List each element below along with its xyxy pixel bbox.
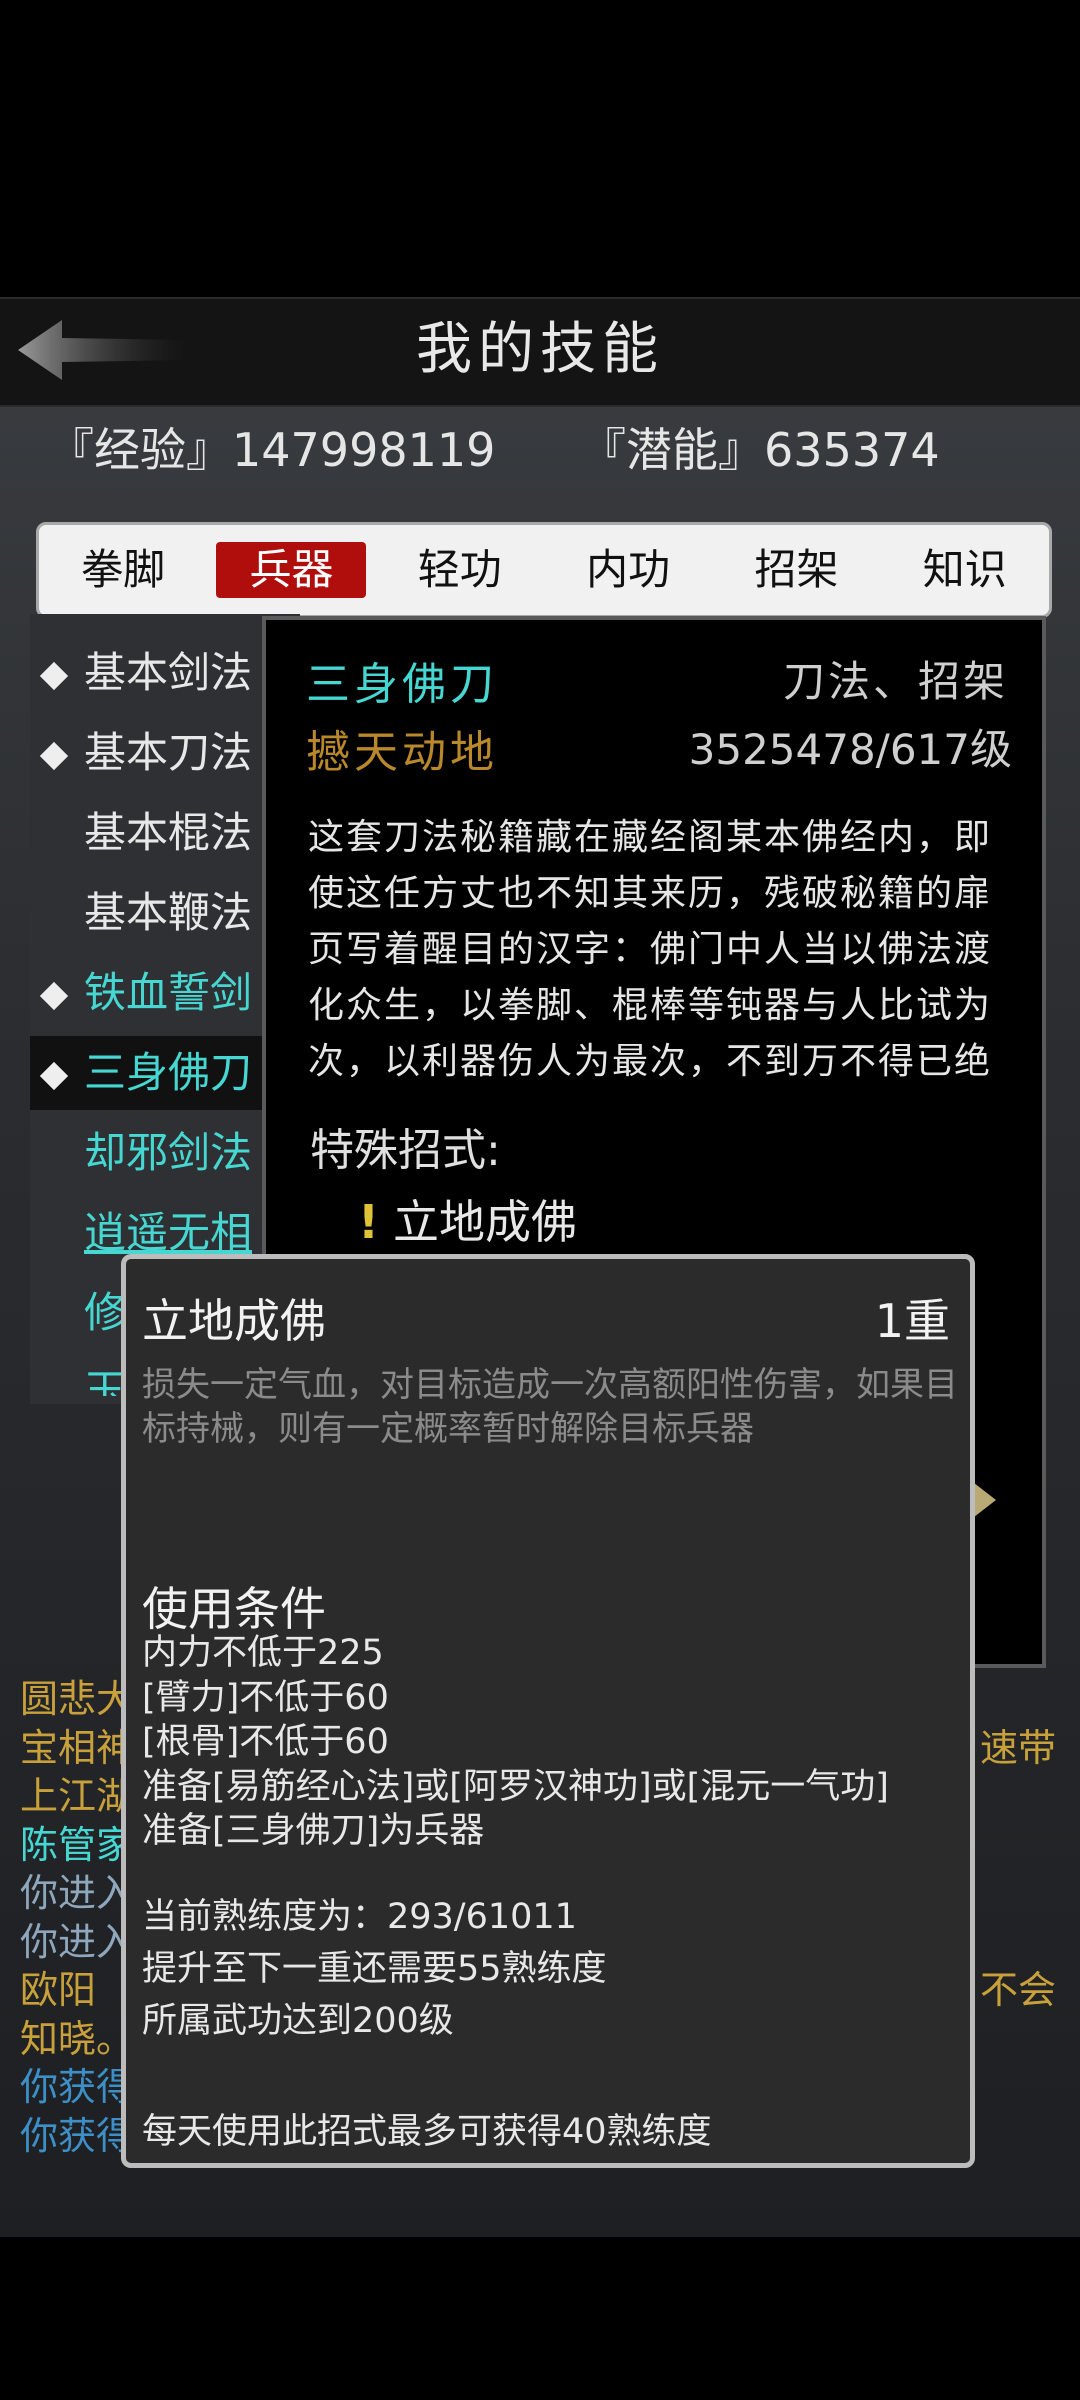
conditions-list: 内力不低于225 [臂力]不低于60 [根骨]不低于60 准备[易筋经心法]或[… xyxy=(142,1631,889,1854)
condition-item: [臂力]不低于60 xyxy=(142,1677,389,1718)
skill-item-selected[interactable]: 三身佛刀 xyxy=(30,1036,300,1110)
skill-item[interactable]: 基本鞭法 xyxy=(30,876,300,950)
skill-label: 却邪剑法 xyxy=(84,1128,253,1177)
special-move-label: 立地成佛 xyxy=(392,1195,577,1249)
skill-item[interactable]: 铁血誓剑 xyxy=(30,956,300,1030)
skill-item[interactable]: 基本刀法 xyxy=(30,716,300,790)
skill-label: 基本棍法 xyxy=(84,808,253,857)
move-rank: 1重 xyxy=(874,1294,950,1348)
stats-row: 『经验』147998119 『潜能』635374 xyxy=(48,420,1010,480)
skill-description: 这套刀法秘籍藏在藏经阁某本佛经内，即使这任方丈也不知其来历，残破秘籍的扉页写着醒… xyxy=(308,817,993,1082)
skill-label: 基本刀法 xyxy=(84,728,253,777)
skill-name: 三身佛刀 xyxy=(306,659,498,710)
special-move-item[interactable]: ! 立地成佛 xyxy=(358,1186,577,1252)
diamond-icon xyxy=(39,741,69,771)
diamond-icon xyxy=(39,661,69,691)
tab-internal[interactable]: 内功 xyxy=(553,542,703,598)
condition-item: [根骨]不低于60 xyxy=(142,1722,389,1762)
move-tooltip-popup[interactable]: 立地成佛 1重 损失一定气血，对目标造成一次高额阳性伤害，如果目标持械，则有一定… xyxy=(121,1254,975,2168)
skill-label: 三身佛刀 xyxy=(84,1048,253,1097)
diamond-icon xyxy=(39,1061,69,1091)
exclamation-icon: ! xyxy=(358,1195,379,1249)
condition-item: 内力不低于225 xyxy=(142,1633,384,1673)
experience-stat: 『经验』147998119 xyxy=(48,423,496,477)
skill-item[interactable]: 却邪剑法 xyxy=(30,1116,300,1190)
skill-label: 玉 xyxy=(84,1366,127,1396)
special-moves-title: 特殊招式: xyxy=(310,1125,501,1176)
tab-knowledge[interactable]: 知识 xyxy=(890,542,1040,598)
tab-weapon[interactable]: 兵器 xyxy=(216,542,367,598)
skill-label: 逍遥无相 xyxy=(84,1208,253,1257)
condition-item: 准备[易筋经心法]或[阿罗汉神功]或[混元一气功] xyxy=(142,1766,889,1807)
diamond-icon xyxy=(39,981,69,1011)
proficiency-info: 当前熟练度为：293/61011 提升至下一重还需要55熟练度 所属武功达到20… xyxy=(142,1891,607,2047)
skill-item[interactable]: 基本剑法 xyxy=(30,636,300,710)
proficiency-line: 提升至下一重还需要55熟练度 xyxy=(142,1949,607,1989)
condition-item: 准备[三身佛刀]为兵器 xyxy=(142,1811,485,1851)
skill-type: 刀法、招架 xyxy=(782,657,1008,706)
daily-limit: 每天使用此招式最多可获得40熟练度 xyxy=(142,2112,712,2152)
conditions-title: 使用条件 xyxy=(142,1582,326,1636)
skill-realm: 撼天动地 xyxy=(306,727,498,778)
tab-fist[interactable]: 拳脚 xyxy=(48,542,198,598)
skill-item[interactable]: 基本棍法 xyxy=(30,796,300,870)
category-tabs: 拳脚 兵器 轻功 内功 招架 知识 xyxy=(36,522,1052,618)
move-description: 损失一定气血，对目标造成一次高额阳性伤害，如果目标持械，则有一定概率暂时解除目标… xyxy=(142,1365,958,1449)
skill-label: 铁血誓剑 xyxy=(84,968,253,1017)
move-name: 立地成佛 xyxy=(142,1294,326,1348)
proficiency-line: 所属武功达到200级 xyxy=(142,2001,454,2041)
tab-lightness[interactable]: 轻功 xyxy=(385,542,535,598)
skill-label: 基本鞭法 xyxy=(84,888,253,937)
proficiency-line: 当前熟练度为：293/61011 xyxy=(142,1897,577,1937)
skill-label: 基本剑法 xyxy=(84,648,253,697)
skill-label: 修 xyxy=(84,1288,127,1337)
page-title: 我的技能 xyxy=(416,317,664,382)
skill-level: 3525478/617级 xyxy=(688,725,1012,774)
potential-stat: 『潜能』635374 xyxy=(580,423,940,477)
tab-parry[interactable]: 招架 xyxy=(721,542,871,598)
